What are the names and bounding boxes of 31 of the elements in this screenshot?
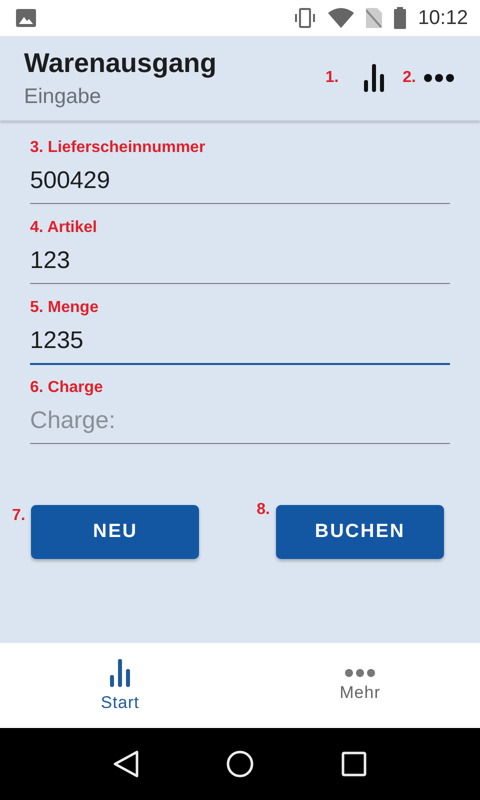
nav-tab[interactable]: Mehr — [240, 643, 480, 728]
annotation-marker: 8. — [256, 501, 270, 519]
input-field[interactable]: 1235 — [30, 323, 450, 365]
field-label: 3. Lieferscheinnummer — [30, 139, 206, 157]
wifi-icon — [328, 8, 354, 28]
input-field[interactable]: 123 — [30, 243, 450, 284]
screen-subtitle: Eingabe — [24, 84, 102, 108]
battery-icon — [394, 7, 406, 29]
input-field[interactable]: 500429 — [30, 163, 450, 204]
vibrate-icon — [294, 7, 316, 29]
clock-time: 10:12 — [418, 6, 468, 30]
more-icon — [345, 668, 375, 676]
action-button[interactable]: NEU — [31, 505, 200, 559]
annotation-marker: 1. — [325, 69, 339, 87]
image-icon — [16, 9, 36, 27]
annotation-marker: 7. — [12, 507, 26, 525]
annotation-marker: 2. — [402, 69, 416, 87]
home-icon[interactable] — [226, 750, 254, 778]
field-label: 4. Artikel — [30, 219, 98, 237]
back-icon[interactable] — [113, 750, 140, 778]
bar-chart-icon — [362, 64, 385, 92]
field-label: 5. Menge — [30, 299, 100, 317]
screen-title: Warenausgang — [24, 48, 218, 78]
recents-icon[interactable] — [340, 751, 367, 777]
action-button[interactable]: BUCHEN — [276, 505, 444, 559]
more-icon — [424, 74, 454, 82]
nav-tab[interactable]: Start — [0, 643, 240, 728]
field-label: 6. Charge — [30, 379, 104, 397]
no-sim-icon — [366, 8, 382, 28]
bar-chart-icon — [109, 658, 131, 686]
input-field[interactable]: Charge: — [30, 403, 450, 444]
